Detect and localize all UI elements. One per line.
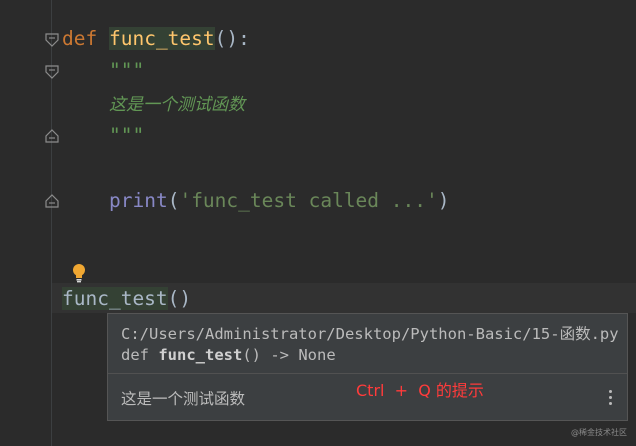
code-line-call[interactable]: func_test() — [62, 286, 191, 312]
docstring-close-quotes: """ — [109, 124, 145, 147]
popup-header: C:/Users/Administrator/Desktop/Python-Ba… — [108, 314, 627, 374]
function-name[interactable]: func_test — [108, 27, 215, 50]
print-close-paren: ) — [437, 189, 450, 212]
print-open-paren: ( — [167, 189, 180, 212]
code-line-print[interactable]: print('func_test called ...') — [109, 188, 449, 214]
more-options-icon[interactable] — [607, 390, 613, 410]
docstring-text: 这是一个测试函数 — [109, 95, 245, 115]
print-builtin: print — [109, 189, 168, 212]
shortcut-annotation: Ctrl + Q 的提示 — [356, 381, 484, 400]
popup-signature: def func_test() -> None — [121, 345, 627, 366]
fold-def-icon[interactable] — [44, 32, 60, 48]
def-keyword: def — [62, 27, 98, 50]
signature-name: func_test — [158, 346, 243, 364]
docstring-open-quotes: """ — [109, 59, 145, 82]
signature-keyword: def — [121, 346, 149, 364]
watermark: @稀金技术社区 — [571, 428, 627, 437]
quick-documentation-popup[interactable]: C:/Users/Administrator/Desktop/Python-Ba… — [107, 313, 628, 421]
def-suffix: (): — [214, 27, 250, 50]
code-line-docstring-text[interactable]: 这是一个测试函数 — [109, 91, 245, 118]
popup-file-path[interactable]: C:/Users/Administrator/Desktop/Python-Ba… — [121, 324, 627, 345]
function-call-parens: () — [167, 287, 192, 310]
popup-doc-text: 这是一个测试函数 — [121, 390, 246, 408]
code-line-docstring-close[interactable]: """ — [109, 123, 144, 149]
fold-end-docstring-icon[interactable] — [44, 128, 60, 144]
signature-rest: () -> None — [242, 346, 336, 364]
function-call-name[interactable]: func_test — [62, 287, 168, 310]
fold-end-def-icon[interactable] — [44, 193, 60, 209]
fold-docstring-icon[interactable] — [44, 64, 60, 80]
print-string: 'func_test called ...' — [179, 189, 438, 212]
code-line-docstring-open[interactable]: """ — [109, 58, 144, 84]
code-line-def[interactable]: def func_test(): — [62, 26, 250, 52]
